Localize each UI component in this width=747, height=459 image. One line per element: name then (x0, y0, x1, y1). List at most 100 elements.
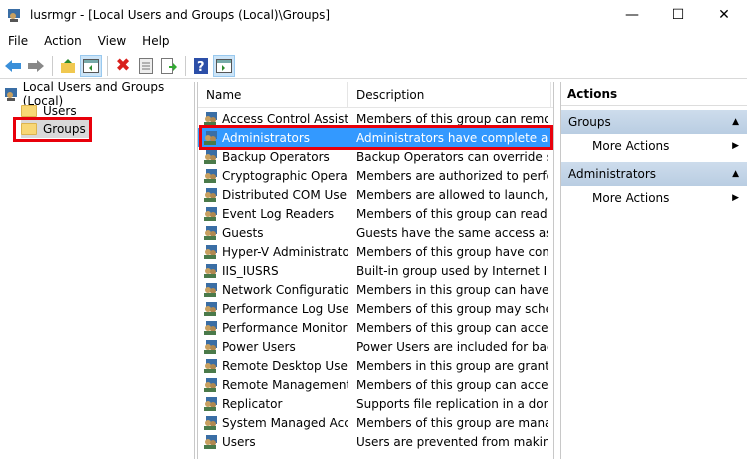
action-section-groups[interactable]: Groups ▲ (561, 110, 747, 134)
table-row[interactable]: Access Control Assist... Members of this … (198, 109, 553, 128)
name-cell: Users (198, 434, 348, 449)
name-cell: Backup Operators (198, 149, 348, 164)
description-cell: Administrators have complete an... (356, 130, 548, 145)
group-icon (204, 378, 217, 392)
delete-icon: ✖ (115, 55, 131, 76)
help-button[interactable]: ? (190, 55, 212, 77)
more-actions-administrators[interactable]: More Actions ▶ (561, 186, 747, 210)
name-cell: Network Configuratio... (198, 282, 348, 297)
description-cell: Members of this group can acces... (356, 320, 548, 335)
name-cell: Cryptographic Operat... (198, 168, 348, 183)
name-cell: Access Control Assist... (198, 111, 348, 126)
description-cell: Guests have the same access as m... (356, 225, 548, 240)
table-row[interactable]: Users Users are prevented from making ... (198, 432, 553, 451)
group-icon (204, 207, 217, 221)
table-row[interactable]: Guests Guests have the same access as m..… (198, 223, 553, 242)
action-section-administrators[interactable]: Administrators ▲ (561, 162, 747, 186)
table-row[interactable]: Cryptographic Operat... Members are autho… (198, 166, 553, 185)
list-header: Name Description (198, 82, 553, 108)
tree-item-users[interactable]: Users (21, 102, 77, 120)
tree-item-groups[interactable]: Groups (21, 120, 90, 138)
description-cell: Members of this group can acces... (356, 377, 548, 392)
console-tree: Local Users and Groups (Local) Users Gro… (0, 80, 195, 459)
action-pane-icon (216, 58, 232, 73)
group-name: Remote Desktop Users (222, 358, 348, 373)
menu-view[interactable]: View (90, 31, 134, 51)
group-name: Administrators (222, 130, 311, 145)
folder-icon (21, 105, 37, 117)
name-cell: Performance Monitor ... (198, 320, 348, 335)
table-row[interactable]: IIS_IUSRS Built-in group used by Internet… (198, 261, 553, 280)
properties-icon (139, 57, 153, 74)
table-row[interactable]: Event Log Readers Members of this group c… (198, 204, 553, 223)
description-cell: Members are allowed to launch, a... (356, 187, 548, 202)
delete-button[interactable]: ✖ (112, 55, 134, 77)
export-list-button[interactable] (158, 55, 180, 77)
name-cell: Remote Desktop Users (198, 358, 348, 373)
tree-item-label: Users (43, 104, 77, 118)
group-icon (204, 226, 217, 240)
back-arrow-icon (5, 59, 21, 72)
column-header-description[interactable]: Description (348, 82, 551, 107)
help-icon: ? (194, 57, 208, 74)
group-icon (204, 340, 217, 354)
table-row[interactable]: Distributed COM Users Members are allowed… (198, 185, 553, 204)
description-cell: Backup Operators can override se... (356, 149, 548, 164)
show-action-pane-button[interactable] (213, 54, 235, 77)
section-title: Administrators (568, 167, 657, 181)
table-row[interactable]: Performance Monitor ... Members of this g… (198, 318, 553, 337)
menu-action[interactable]: Action (36, 31, 90, 51)
minimize-button[interactable]: — (609, 0, 655, 30)
group-icon (204, 302, 217, 316)
actions-title: Actions (561, 82, 747, 106)
description-cell: Members of this group may sche... (356, 301, 548, 316)
up-level-button[interactable] (57, 55, 79, 77)
properties-button[interactable] (135, 55, 157, 77)
group-icon (204, 416, 217, 430)
action-label: More Actions (592, 191, 670, 205)
table-row[interactable]: Power Users Power Users are included for … (198, 337, 553, 356)
table-row[interactable]: System Managed Acc... Members of this gro… (198, 413, 553, 432)
group-icon (204, 112, 217, 126)
name-cell: System Managed Acc... (198, 415, 348, 430)
group-icon (204, 131, 217, 145)
menu-file[interactable]: File (0, 31, 36, 51)
forward-button[interactable] (25, 55, 47, 77)
table-row[interactable]: Network Configuratio... Members in this g… (198, 280, 553, 299)
table-row[interactable]: Hyper-V Administrators Members of this gr… (198, 242, 553, 261)
submenu-arrow-icon: ▶ (732, 193, 739, 203)
app-icon (8, 9, 20, 22)
collapse-up-icon: ▲ (732, 169, 739, 179)
table-row[interactable]: Performance Log Users Members of this gro… (198, 299, 553, 318)
menu-bar: File Action View Help (0, 31, 178, 51)
more-actions-groups[interactable]: More Actions ▶ (561, 134, 747, 158)
description-cell: Power Users are included for back... (356, 339, 548, 354)
description-cell: Members are authorized to perfor... (356, 168, 548, 183)
group-icon (204, 321, 217, 335)
group-name: Power Users (222, 339, 296, 354)
name-cell: IIS_IUSRS (198, 263, 348, 278)
table-row[interactable]: Replicator Supports file replication in a… (198, 394, 553, 413)
tree-root[interactable]: Local Users and Groups (Local) (4, 80, 194, 108)
description-cell: Members of this group have com... (356, 244, 548, 259)
group-name: Performance Monitor ... (222, 320, 348, 335)
back-button[interactable] (2, 55, 24, 77)
column-header-name[interactable]: Name (198, 82, 348, 107)
group-icon (204, 245, 217, 259)
group-icon (204, 397, 217, 411)
close-button[interactable]: ✕ (701, 0, 747, 30)
description-cell: Members of this group are mana... (356, 415, 548, 430)
table-row[interactable]: Administrators Administrators have comple… (198, 128, 553, 147)
table-row[interactable]: Remote Desktop Users Members in this grou… (198, 356, 553, 375)
group-name: Distributed COM Users (222, 187, 348, 202)
menu-help[interactable]: Help (134, 31, 177, 51)
group-name: Hyper-V Administrators (222, 244, 348, 259)
maximize-button[interactable]: ☐ (655, 0, 701, 30)
table-row[interactable]: Remote Management... Members of this grou… (198, 375, 553, 394)
name-cell: Replicator (198, 396, 348, 411)
group-name: Network Configuratio... (222, 282, 348, 297)
group-icon (204, 264, 217, 278)
name-cell: Administrators (198, 130, 348, 145)
table-row[interactable]: Backup Operators Backup Operators can ove… (198, 147, 553, 166)
show-hide-tree-button[interactable] (80, 54, 102, 77)
